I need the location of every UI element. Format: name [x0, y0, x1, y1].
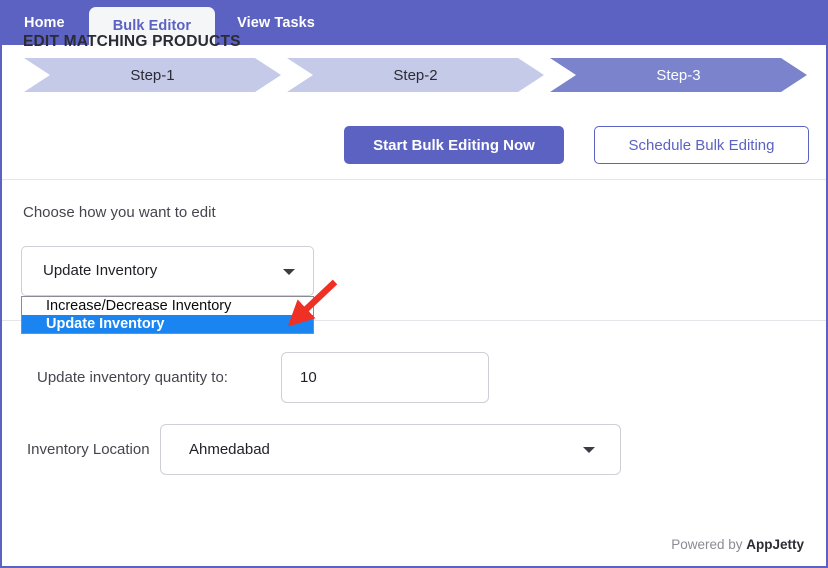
inventory-location-value: Ahmedabad: [189, 441, 270, 458]
step-list: Step-1 Step-2 Step-3: [24, 58, 807, 92]
step-item-1[interactable]: Step-1: [24, 58, 281, 92]
update-quantity-label: Update inventory quantity to:: [37, 369, 228, 386]
inventory-location-select[interactable]: Ahmedabad: [160, 424, 621, 475]
footer-powered-by-text: Powered by: [671, 537, 747, 552]
dropdown-option-increase-decrease-inventory[interactable]: Increase/Decrease Inventory: [22, 297, 313, 315]
nav-tab-view-tasks-label: View Tasks: [237, 14, 315, 31]
edit-mode-dropdown-list[interactable]: Increase/Decrease Inventory Update Inven…: [21, 296, 314, 334]
nav-tab-home-label: Home: [24, 14, 65, 31]
inventory-location-label: Inventory Location: [27, 441, 150, 458]
page-title: EDIT MATCHING PRODUCTS: [23, 33, 241, 50]
nav-tab-bulk-editor-label: Bulk Editor: [112, 18, 192, 34]
footer-brand-name: AppJetty: [746, 537, 804, 552]
update-quantity-input[interactable]: [281, 352, 489, 403]
schedule-bulk-editing-button[interactable]: Schedule Bulk Editing: [594, 126, 809, 164]
step-item-1-label: Step-1: [130, 66, 175, 84]
edit-mode-select-value: Update Inventory: [43, 262, 158, 279]
step-item-2-label: Step-2: [393, 66, 438, 84]
footer: Powered by AppJetty: [2, 537, 826, 552]
step-item-3[interactable]: Step-3: [550, 58, 807, 92]
edit-mode-select[interactable]: Update Inventory: [21, 246, 314, 296]
step-item-2[interactable]: Step-2: [287, 58, 544, 92]
dropdown-option-update-inventory[interactable]: Update Inventory: [22, 315, 313, 333]
chevron-down-icon: [583, 447, 595, 453]
chevron-down-icon: [283, 269, 295, 275]
start-bulk-editing-button[interactable]: Start Bulk Editing Now: [344, 126, 564, 164]
bulk-editor-page: Home Bulk Editor View Tasks Step-1 Step-…: [0, 0, 828, 568]
choose-edit-mode-label: Choose how you want to edit: [23, 204, 216, 221]
step-progress-bar: Step-1 Step-2 Step-3: [2, 45, 826, 100]
step-item-3-label: Step-3: [656, 66, 701, 84]
